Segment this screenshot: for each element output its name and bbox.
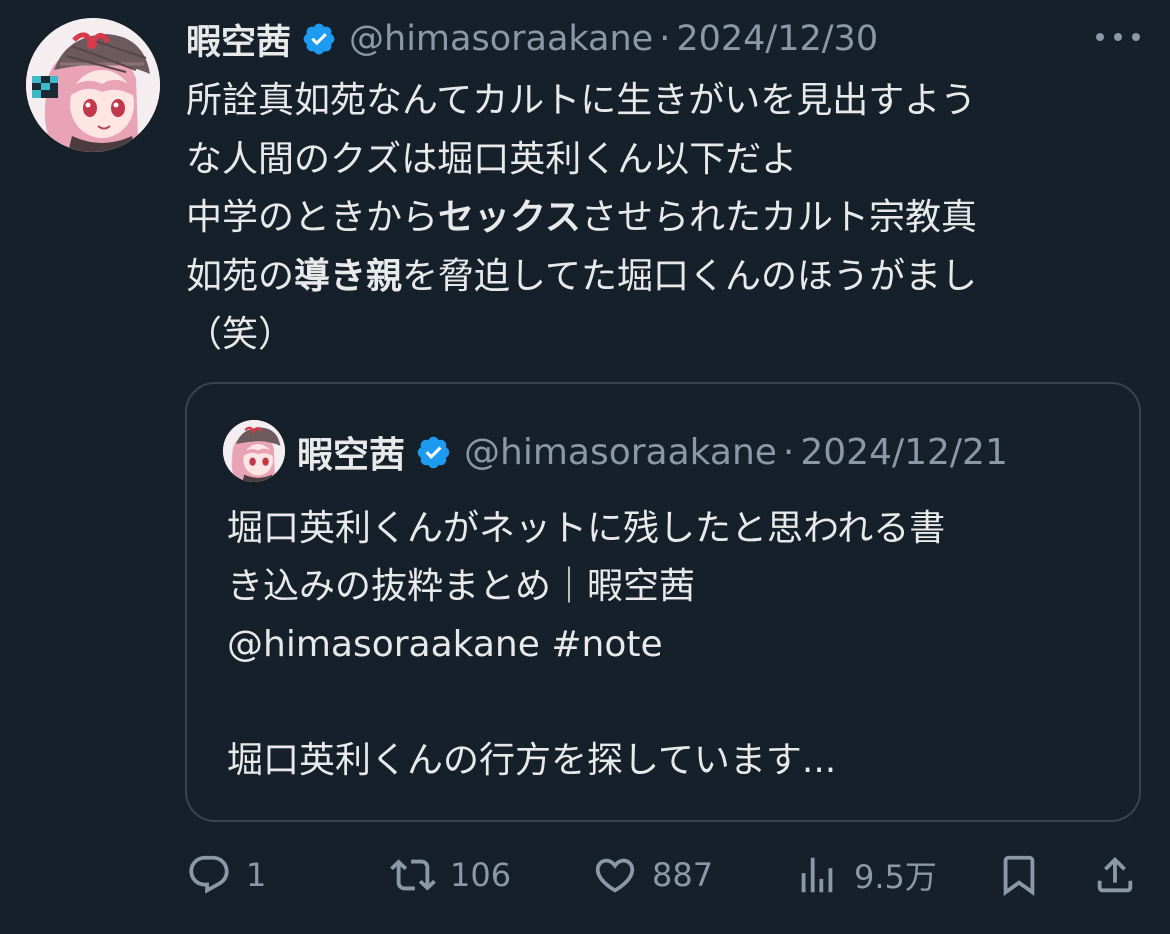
header-separator: ·: [659, 19, 671, 59]
tweet-text-line: な人間のクズは堀口英利くん以下だよ: [186, 131, 1126, 190]
retweet-button[interactable]: 106: [390, 845, 511, 905]
reply-icon: [189, 855, 229, 894]
views-count: 9.5万: [854, 858, 937, 896]
quoted-tweet-text-line: 堀口英利くんがネットに残したと思われる書: [227, 508, 946, 549]
author-handle[interactable]: @himasoraakane: [349, 19, 653, 59]
verified-badge-icon[interactable]: [301, 21, 337, 57]
retweet-icon: [390, 859, 436, 891]
tweet-date[interactable]: 2024/12/30: [676, 19, 878, 59]
bookmark-button[interactable]: [996, 845, 1042, 905]
quoted-tweet-text-line: 堀口英利くんの行方を探しています...: [227, 740, 837, 781]
author-name[interactable]: 暇空茜: [186, 14, 291, 65]
quoted-author-handle[interactable]: @himasoraakane: [464, 432, 777, 473]
tweet-text-segment: 所詮真如苑なんてカルトに生きがいを見出すよう: [186, 80, 977, 121]
reply-button[interactable]: 1: [186, 845, 266, 905]
tweet-text-line: （笑）: [186, 306, 1126, 365]
quoted-tweet-text-line: き込みの抜粋まとめ｜暇空茜: [227, 566, 696, 607]
verified-badge-icon[interactable]: [415, 434, 452, 471]
tweet-text-line: 如苑の導き親を脅迫してた堀口くんのほうがまし: [186, 248, 1126, 307]
tweet-text-bold-segment: セックス: [438, 197, 581, 238]
quoted-tweet-date[interactable]: 2024/12/21: [800, 432, 1008, 473]
quoted-tweet-text: 堀口英利くんがネットに残したと思われる書 き込みの抜粋まとめ｜暇空茜 @himaso…: [227, 500, 1107, 790]
quoted-tweet-header: 暇空茜 @himasoraakane · 2024/12/21: [297, 426, 1008, 478]
tweet-text-segment: させられたカルト宗教真: [580, 197, 977, 238]
tweet-text-segment: を脅迫してた堀口くんのほうがまし: [402, 255, 977, 297]
reply-count: 1: [246, 856, 267, 894]
tweet-text-bold-segment: 導き親: [294, 255, 403, 297]
tweet-text-segment: 中学のときから: [186, 197, 439, 238]
tweet-text-segment: な人間のクズは堀口英利くん以下だよ: [186, 138, 798, 180]
quoted-header-separator: ·: [782, 431, 795, 473]
tweet-text-segment: 如苑の: [186, 255, 295, 297]
share-button[interactable]: [1092, 845, 1138, 905]
quoted-tweet[interactable]: 暇空茜 @himasoraakane · 2024/12/21 堀口英利くんがネ…: [185, 382, 1141, 822]
like-button[interactable]: 887: [592, 845, 713, 905]
views-button[interactable]: 9.5万: [794, 845, 937, 905]
tweet-header: 暇空茜 @himasoraakane · 2024/12/30: [186, 14, 878, 64]
quoted-tweet-text-line: [227, 674, 1107, 732]
author-avatar[interactable]: [26, 18, 160, 152]
action-bar: 1 106 887 9.5万: [0, 845, 1170, 905]
tweet-text: 所詮真如苑なんてカルトに生きがいを見出すよう な人間のクズは堀口英利くん以下だよ中…: [186, 72, 1126, 365]
tweet-text-segment: （笑）: [186, 314, 295, 355]
heart-icon: [595, 858, 635, 893]
quoted-author-avatar[interactable]: [223, 420, 285, 482]
tweet-text-line: 中学のときからセックスさせられたカルト宗教真: [186, 189, 1126, 248]
quoted-tweet-text-line: @himasoraakane #note: [227, 624, 663, 665]
share-icon: [1097, 856, 1133, 893]
tweet-text-line: 所詮真如苑なんてカルトに生きがいを見出すよう: [186, 72, 1126, 131]
quoted-author-name[interactable]: 暇空茜: [297, 426, 405, 478]
like-count: 887: [652, 856, 714, 894]
more-horizontal-icon[interactable]: [1096, 22, 1140, 52]
bookmark-icon: [1003, 855, 1035, 896]
retweet-count: 106: [450, 856, 512, 894]
views-chart-icon: [801, 857, 833, 893]
